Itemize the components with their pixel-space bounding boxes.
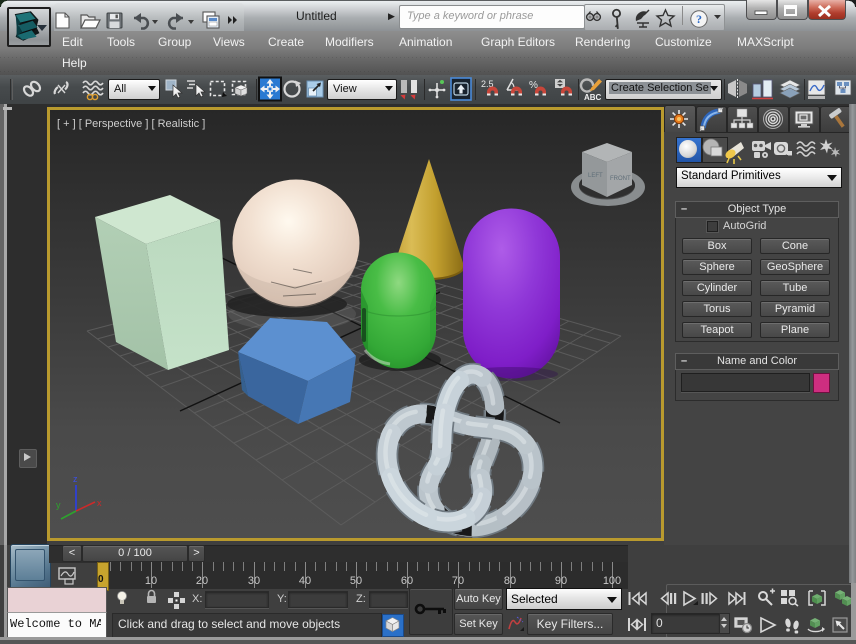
svg-text:10: 10 [145, 575, 157, 587]
svg-text:20: 20 [196, 575, 208, 587]
svg-text:[ + ] [ Perspective ] [ Realis: [ + ] [ Perspective ] [ Realistic ] [57, 118, 205, 130]
svg-text:FRONT: FRONT [610, 176, 631, 182]
svg-text:30: 30 [248, 575, 260, 587]
svg-text:y: y [56, 500, 61, 510]
svg-text:60: 60 [401, 575, 413, 587]
svg-text:70: 70 [452, 575, 464, 587]
svg-text:100: 100 [603, 575, 621, 587]
svg-text:LEFT: LEFT [588, 173, 603, 179]
svg-text:ABC: ABC [584, 93, 602, 102]
svg-text:40: 40 [299, 575, 311, 587]
svg-text:80: 80 [504, 575, 516, 587]
svg-text:50: 50 [350, 575, 362, 587]
svg-text:90: 90 [555, 575, 567, 587]
svg-text:x: x [97, 498, 102, 508]
svg-text:?: ? [696, 12, 702, 26]
svg-text:z: z [73, 474, 78, 484]
